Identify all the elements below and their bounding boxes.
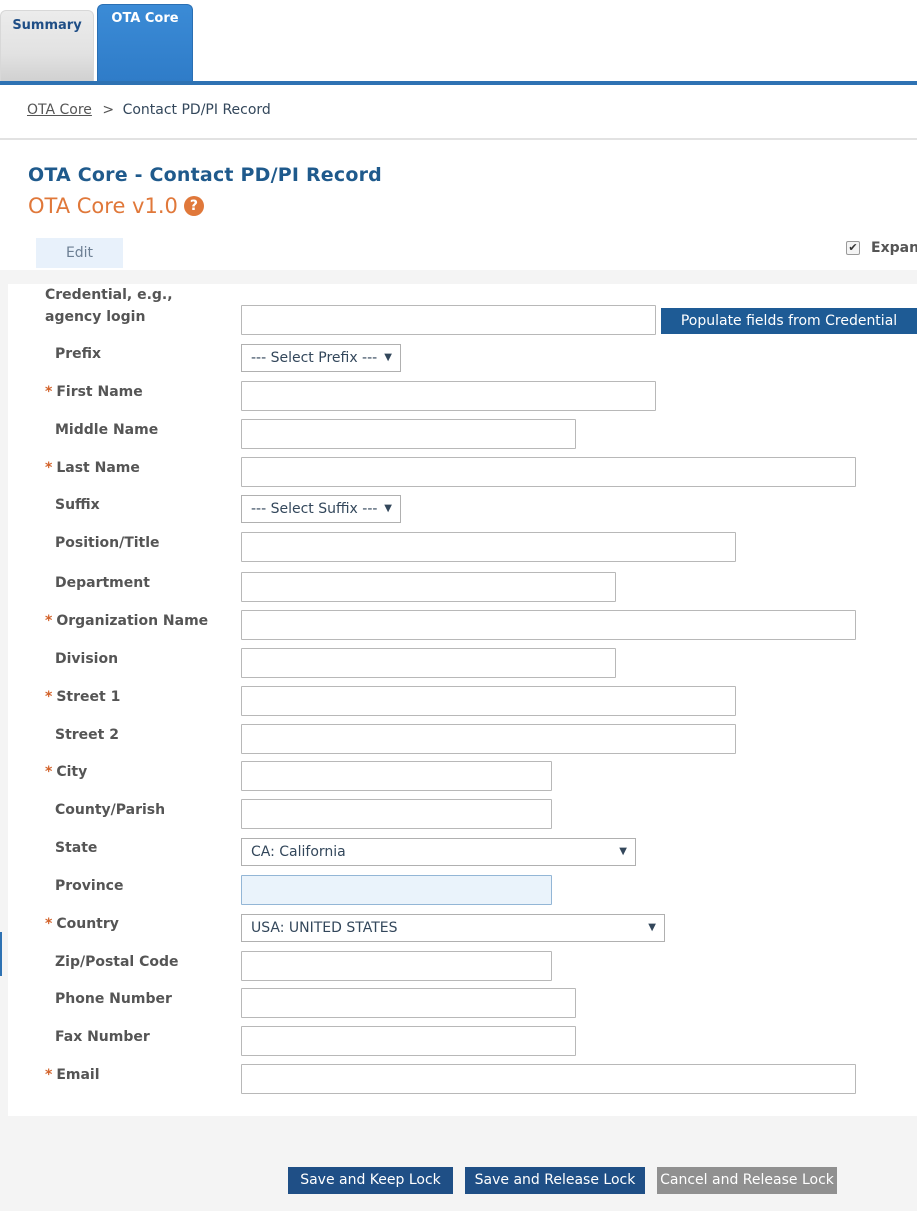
version-title: OTA Core v1.0	[28, 194, 178, 218]
street1-label: * Street 1	[45, 686, 120, 708]
cancel-release-lock-button[interactable]: Cancel and Release Lock	[657, 1167, 837, 1194]
tab-bar: Summary OTA Core	[0, 0, 917, 86]
fax-number-label: Fax Number	[55, 1029, 150, 1045]
organization-name-label-text: Organization Name	[56, 613, 209, 629]
last-name-label: * Last Name	[45, 457, 140, 479]
tab-ota-core[interactable]: OTA Core	[97, 4, 193, 82]
required-marker: *	[45, 764, 53, 780]
organization-name-label: * Organization Name	[45, 610, 208, 632]
country-select-value: USA: UNITED STATES	[251, 920, 398, 936]
prefix-select[interactable]: --- Select Prefix --- ▼	[241, 344, 401, 372]
left-edge-marker	[0, 932, 2, 976]
zip-postal-code-label: Zip/Postal Code	[55, 954, 179, 970]
street2-label: Street 2	[55, 727, 119, 743]
save-keep-lock-button[interactable]: Save and Keep Lock	[288, 1167, 453, 1194]
first-name-input[interactable]	[241, 381, 656, 411]
province-label: Province	[55, 878, 124, 894]
required-marker: *	[45, 1067, 53, 1083]
division-input[interactable]	[241, 648, 616, 678]
expand-checkbox[interactable]: ✔	[846, 241, 860, 255]
phone-number-input[interactable]	[241, 988, 576, 1018]
state-select-value: CA: California	[251, 844, 346, 860]
county-parish-input[interactable]	[241, 799, 552, 829]
required-marker: *	[45, 613, 53, 629]
city-label-text: City	[56, 764, 88, 780]
breadcrumb-separator: >	[102, 102, 115, 118]
province-input[interactable]	[241, 875, 552, 905]
breadcrumb-divider	[0, 138, 917, 140]
credential-label: Credential, e.g., agency login	[45, 287, 173, 325]
prefix-label: Prefix	[55, 346, 102, 362]
suffix-select-value: --- Select Suffix ---	[251, 501, 378, 517]
credential-input[interactable]	[241, 305, 656, 335]
position-title-label: Position/Title	[55, 535, 160, 551]
required-marker: *	[45, 460, 53, 476]
zip-postal-code-input[interactable]	[241, 951, 552, 981]
email-label: * Email	[45, 1064, 100, 1086]
organization-name-input[interactable]	[241, 610, 856, 640]
chevron-down-icon: ▼	[648, 922, 656, 933]
prefix-select-value: --- Select Prefix ---	[251, 350, 378, 366]
tab-summary[interactable]: Summary	[0, 10, 94, 82]
street2-input[interactable]	[241, 724, 736, 754]
city-label: * City	[45, 761, 87, 783]
populate-fields-button[interactable]: Populate fields from Credential	[661, 308, 917, 334]
last-name-input[interactable]	[241, 457, 856, 487]
first-name-label-text: First Name	[56, 384, 143, 400]
required-marker: *	[45, 689, 53, 705]
breadcrumb-current: Contact PD/PI Record	[122, 102, 271, 118]
country-select[interactable]: USA: UNITED STATES ▼	[241, 914, 665, 942]
country-label-text: Country	[56, 916, 119, 932]
city-input[interactable]	[241, 761, 552, 791]
street1-label-text: Street 1	[56, 689, 121, 705]
first-name-label: * First Name	[45, 381, 143, 403]
last-name-label-text: Last Name	[56, 460, 140, 476]
middle-name-label: Middle Name	[55, 422, 159, 438]
position-title-input[interactable]	[241, 532, 736, 562]
county-parish-label: County/Parish	[55, 802, 166, 818]
email-label-text: Email	[56, 1067, 100, 1083]
breadcrumb-link-ota-core[interactable]: OTA Core	[27, 102, 92, 118]
help-icon[interactable]: ?	[183, 196, 204, 216]
fax-number-input[interactable]	[241, 1026, 576, 1056]
suffix-select[interactable]: --- Select Suffix --- ▼	[241, 495, 401, 523]
version-heading: OTA Core v1.0 ?	[28, 194, 204, 218]
save-release-lock-button[interactable]: Save and Release Lock	[465, 1167, 645, 1194]
tab-underline	[0, 81, 917, 85]
state-label: State	[55, 840, 98, 856]
required-marker: *	[45, 384, 53, 400]
breadcrumb: OTA Core > Contact PD/PI Record	[27, 102, 271, 118]
middle-name-input[interactable]	[241, 419, 576, 449]
chevron-down-icon: ▼	[384, 352, 392, 363]
country-label: * Country	[45, 913, 119, 935]
department-input[interactable]	[241, 572, 616, 602]
edit-button[interactable]: Edit	[36, 238, 123, 268]
street1-input[interactable]	[241, 686, 736, 716]
suffix-label: Suffix	[55, 497, 100, 513]
state-select[interactable]: CA: California ▼	[241, 838, 636, 866]
page-title: OTA Core - Contact PD/PI Record	[28, 164, 382, 186]
email-input[interactable]	[241, 1064, 856, 1094]
phone-number-label: Phone Number	[55, 991, 172, 1007]
expand-label: Expand	[871, 240, 917, 256]
department-label: Department	[55, 575, 150, 591]
chevron-down-icon: ▼	[384, 503, 392, 514]
required-marker: *	[45, 916, 53, 932]
expand-toggle[interactable]: ✔ Expand	[846, 240, 917, 256]
division-label: Division	[55, 651, 119, 667]
chevron-down-icon: ▼	[619, 846, 627, 857]
